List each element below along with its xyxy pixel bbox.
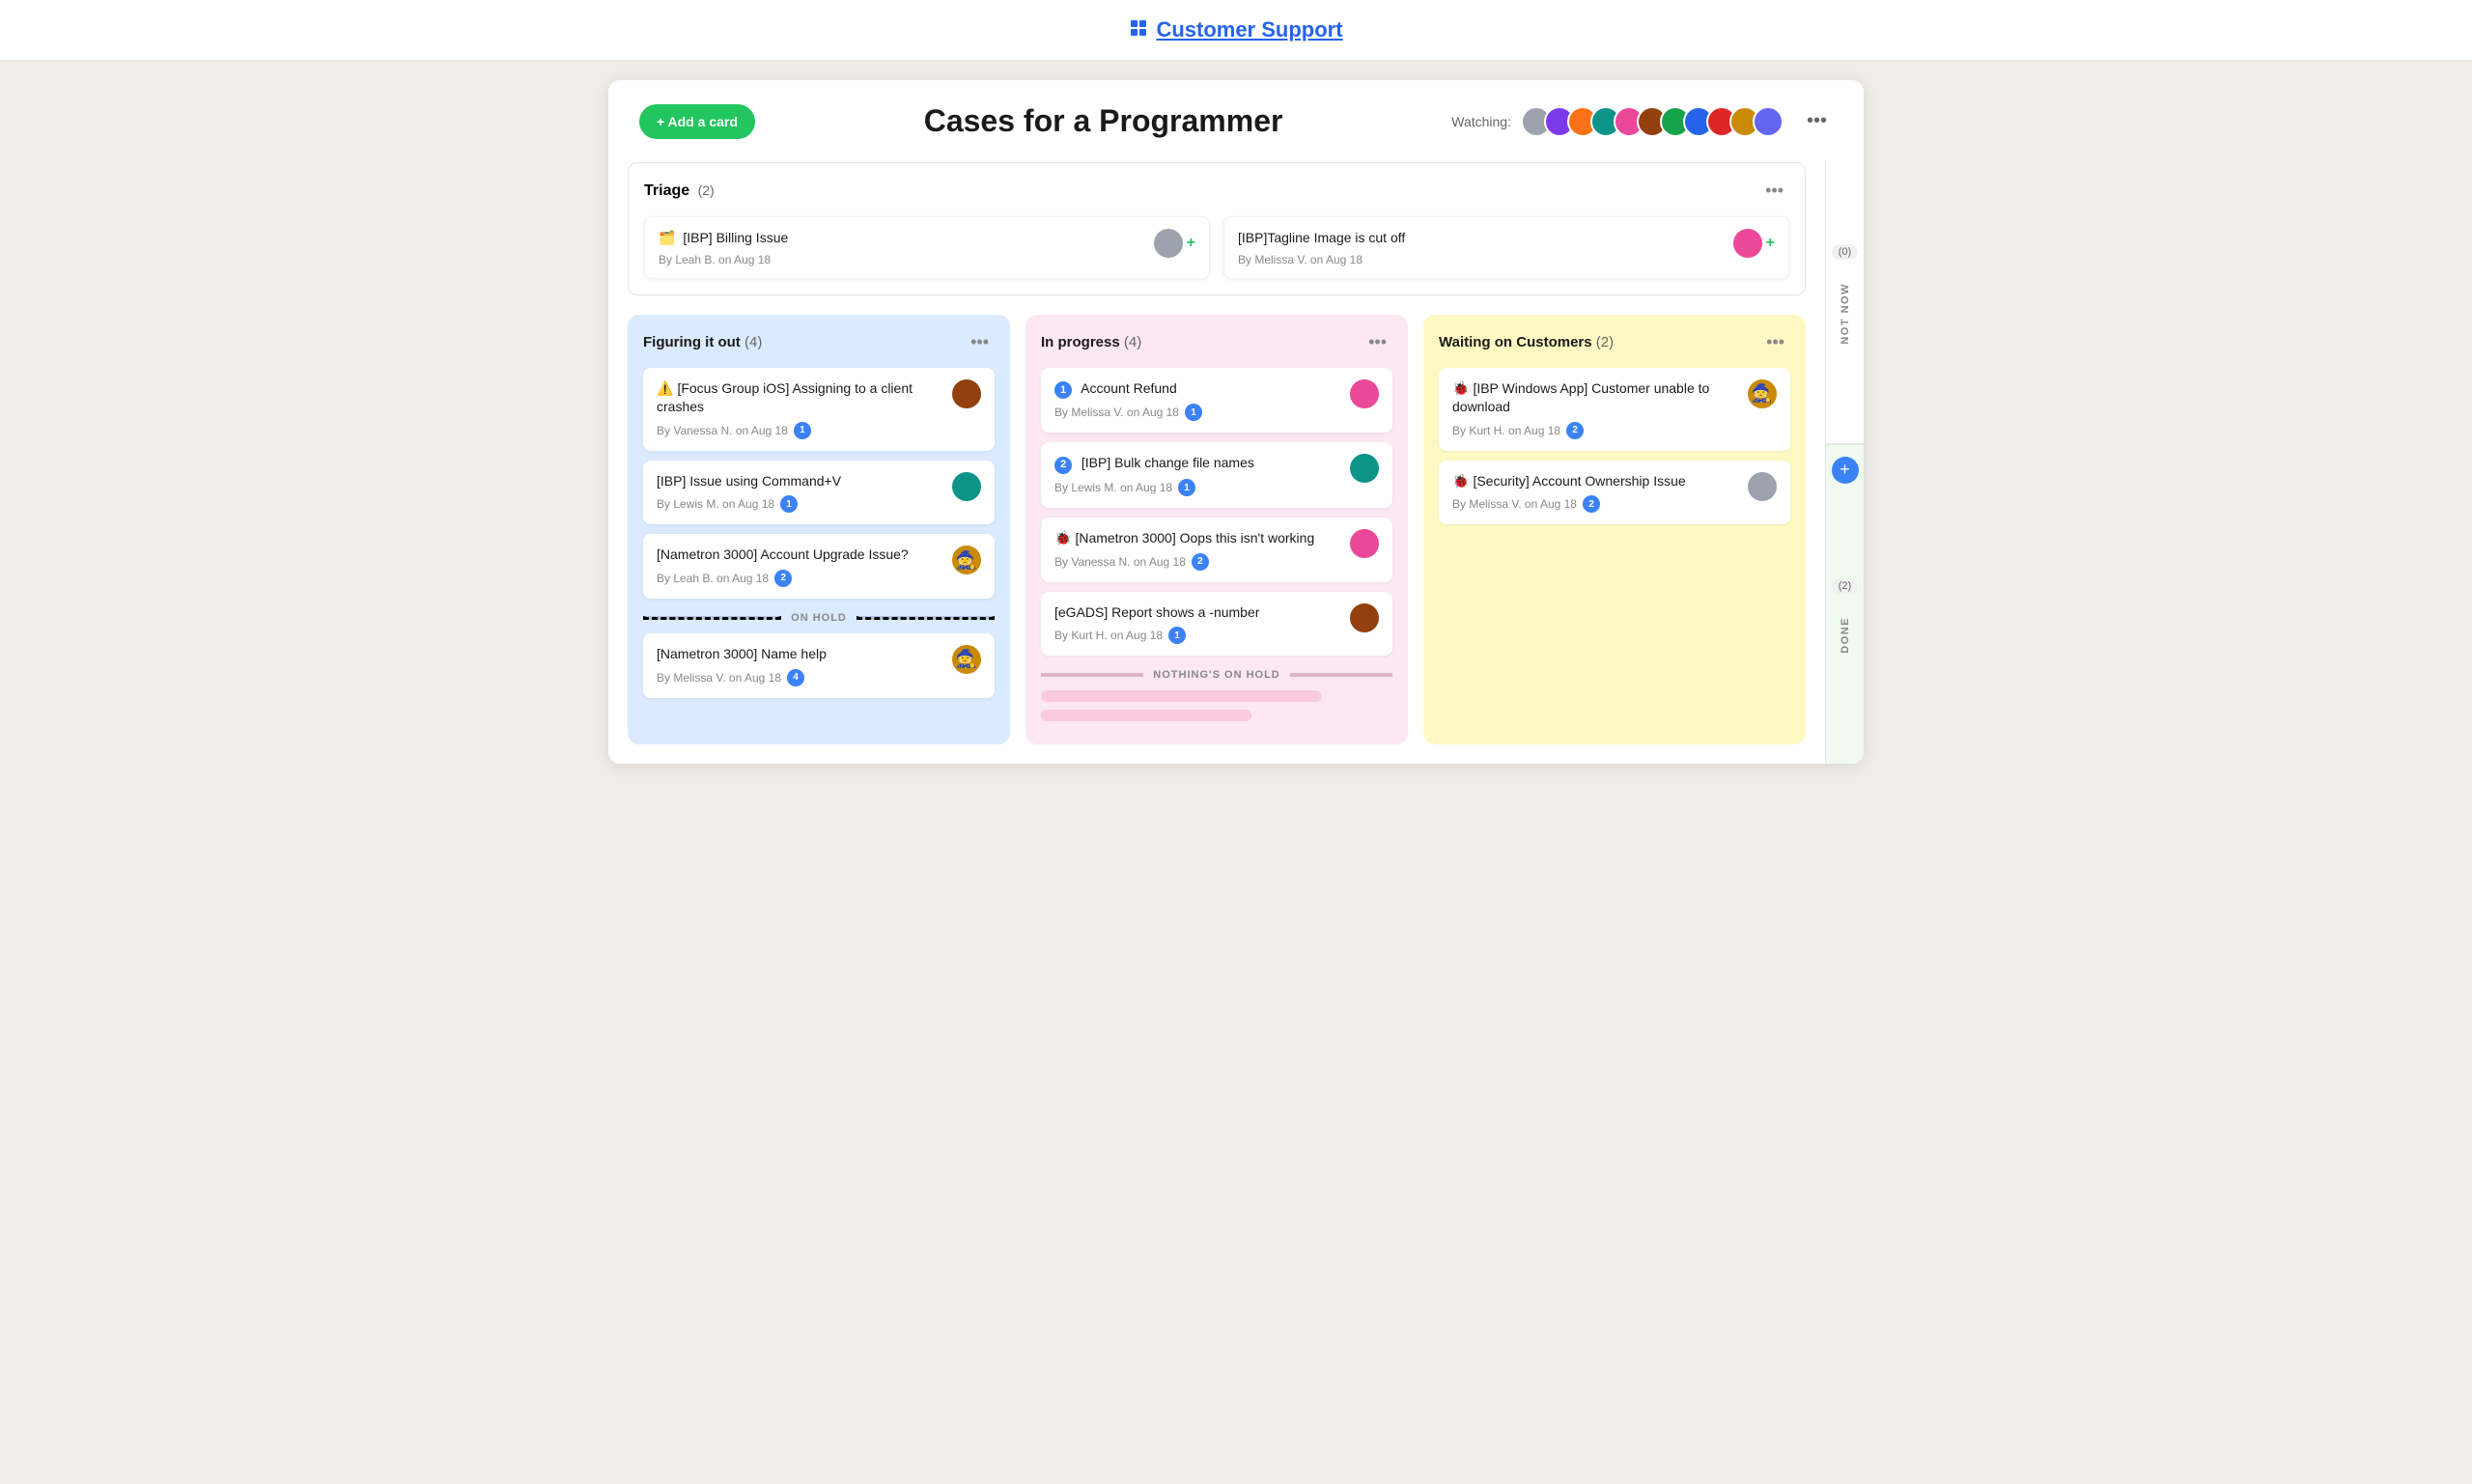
triage-card[interactable]: [IBP]Tagline Image is cut off By Melissa…	[1223, 216, 1789, 279]
card-title: 🐞[IBP Windows App] Customer unable to do…	[1452, 379, 1740, 417]
card[interactable]: [Nametron 3000] Account Upgrade Issue? B…	[643, 534, 995, 599]
add-to-card-icon[interactable]: +	[1766, 235, 1775, 252]
col-title: Figuring it out (4)	[643, 334, 762, 350]
card-title: [eGADS] Report shows a -number	[1054, 603, 1342, 623]
not-now-label: NOT NOW	[1840, 267, 1851, 360]
card-meta: By Melissa V. on Aug 18 2	[1452, 495, 1740, 513]
add-to-card-icon[interactable]: +	[1187, 235, 1195, 252]
card-meta: By Lewis M. on Aug 18 1	[657, 495, 944, 513]
card[interactable]: 🐞[Security] Account Ownership Issue By M…	[1439, 461, 1790, 525]
card-avatar	[1350, 379, 1379, 408]
watching-section: Watching: •••	[1451, 104, 1833, 138]
badge: 1	[1168, 627, 1186, 644]
board-link[interactable]: Customer Support	[1156, 17, 1342, 42]
nothing-on-hold-divider: NOTHING'S ON HOLD	[1041, 669, 1392, 681]
column-inprogress: In progress (4) ••• 1 Account Refund	[1025, 315, 1408, 745]
badge: 1	[1178, 479, 1195, 496]
triage-cards: 🗂️ [IBP] Billing Issue By Leah B. on Aug…	[644, 216, 1789, 279]
card-avatar	[1350, 454, 1379, 483]
card-avatar: 🧙	[952, 546, 981, 574]
card-title: [Nametron 3000] Name help	[657, 645, 944, 664]
badge: 1	[780, 495, 798, 513]
card[interactable]: 1 Account Refund By Melissa V. on Aug 18…	[1041, 368, 1392, 434]
card-title: 🗂️ [IBP] Billing Issue	[659, 229, 1154, 248]
card-title: 🐞[Security] Account Ownership Issue	[1452, 472, 1740, 491]
watching-label: Watching:	[1451, 114, 1511, 129]
card-avatar	[1748, 472, 1777, 501]
card-meta: By Melissa V. on Aug 18	[1238, 253, 1733, 266]
card[interactable]: [eGADS] Report shows a -number By Kurt H…	[1041, 592, 1392, 657]
card-title: 🐞[Nametron 3000] Oops this isn't working	[1054, 529, 1342, 548]
col-menu-button[interactable]: •••	[1362, 330, 1392, 354]
card-title: ⚠️[Focus Group iOS] Assigning to a clien…	[657, 379, 944, 417]
add-card-button[interactable]: + Add a card	[639, 104, 755, 139]
card-title: [IBP]Tagline Image is cut off	[1238, 229, 1733, 248]
card-meta: By Vanessa N. on Aug 18 2	[1054, 553, 1342, 571]
col-title: In progress (4)	[1041, 334, 1141, 350]
badge: 2	[1192, 553, 1209, 571]
avatar	[1753, 106, 1784, 137]
col-title: Waiting on Customers (2)	[1439, 334, 1614, 350]
columns-row: Figuring it out (4) ••• ⚠️[Focus Group i…	[628, 315, 1806, 745]
card[interactable]: 🐞[IBP Windows App] Customer unable to do…	[1439, 368, 1790, 451]
badge: 1	[794, 422, 811, 439]
card-title: 2 [IBP] Bulk change file names	[1054, 454, 1342, 474]
side-labels: (0) NOT NOW + (2) DONE	[1825, 162, 1864, 764]
card-meta: By Leah B. on Aug 18	[659, 253, 1154, 266]
card-meta: By Melissa V. on Aug 18 4	[657, 669, 944, 686]
skeleton-area	[1041, 690, 1392, 721]
badge: 4	[787, 669, 804, 686]
not-now-count: (0)	[1832, 244, 1858, 260]
card-avatar	[1733, 229, 1762, 258]
more-options-button[interactable]: •••	[1801, 104, 1833, 138]
card-avatar	[1350, 529, 1379, 558]
column-figuring: Figuring it out (4) ••• ⚠️[Focus Group i…	[628, 315, 1010, 745]
board-header: + Add a card Cases for a Programmer Watc…	[608, 80, 1864, 162]
badge: 2	[1583, 495, 1600, 513]
card-meta: By Melissa V. on Aug 18 1	[1054, 404, 1342, 421]
col-menu-button[interactable]: •••	[965, 330, 995, 354]
card-title: [IBP] Issue using Command+V	[657, 472, 944, 491]
card[interactable]: 🐞[Nametron 3000] Oops this isn't working…	[1041, 518, 1392, 582]
triage-card[interactable]: 🗂️ [IBP] Billing Issue By Leah B. on Aug…	[644, 216, 1210, 279]
badge: 1	[1185, 404, 1202, 421]
done-plus-button[interactable]: +	[1832, 457, 1859, 484]
top-bar: Customer Support	[0, 0, 2472, 61]
card-title: 1 Account Refund	[1054, 379, 1342, 400]
triage-menu-button[interactable]: •••	[1759, 179, 1789, 203]
col-menu-button[interactable]: •••	[1760, 330, 1790, 354]
card-on-hold[interactable]: [Nametron 3000] Name help By Melissa V. …	[643, 633, 995, 698]
avatars-list	[1521, 106, 1784, 137]
card-avatar	[952, 472, 981, 501]
card[interactable]: ⚠️[Focus Group iOS] Assigning to a clien…	[643, 368, 995, 451]
card-meta: By Vanessa N. on Aug 18 1	[657, 422, 944, 439]
card-avatar	[1350, 603, 1379, 632]
badge: 2	[774, 570, 792, 587]
card-avatar: 🧙	[952, 645, 981, 674]
card-title: [Nametron 3000] Account Upgrade Issue?	[657, 546, 944, 565]
column-waiting: Waiting on Customers (2) ••• 🐞[IBP Windo…	[1423, 315, 1806, 745]
grid-icon	[1129, 18, 1148, 42]
done-count: (2)	[1832, 578, 1858, 594]
triage-section: Triage (2) ••• 🗂️ [IBP] Billing Issue	[628, 162, 1806, 295]
on-hold-divider: ON HOLD	[643, 612, 995, 624]
triage-title: Triage (2)	[644, 182, 715, 200]
card-avatar: 🧙	[1748, 379, 1777, 408]
badge: 2	[1566, 422, 1584, 439]
card[interactable]: [IBP] Issue using Command+V By Lewis M. …	[643, 461, 995, 525]
card-meta: By Kurt H. on Aug 18 2	[1452, 422, 1740, 439]
done-label: DONE	[1840, 602, 1851, 669]
card-meta: By Kurt H. on Aug 18 1	[1054, 627, 1342, 644]
board-title: Cases for a Programmer	[755, 103, 1451, 139]
card-avatar	[1154, 229, 1183, 258]
card-meta: By Leah B. on Aug 18 2	[657, 570, 944, 587]
card[interactable]: 2 [IBP] Bulk change file names By Lewis …	[1041, 442, 1392, 508]
card-avatar	[952, 379, 981, 408]
card-meta: By Lewis M. on Aug 18 1	[1054, 479, 1342, 496]
